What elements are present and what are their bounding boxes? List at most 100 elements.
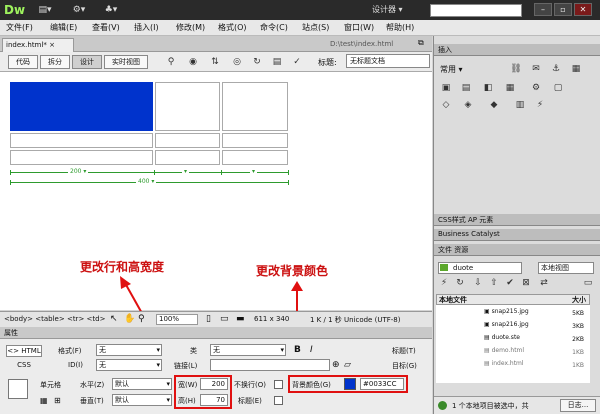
- phone-icon[interactable]: ▯: [206, 314, 211, 324]
- file-icon: ▣: [484, 321, 492, 328]
- refresh-files-icon[interactable]: ↻: [454, 278, 466, 289]
- file-icon: ▤: [484, 360, 492, 367]
- desktop-icon[interactable]: ▬: [236, 314, 245, 324]
- point-to-file-icon[interactable]: ⊕: [332, 360, 340, 370]
- maximize-button[interactable]: ▫: [554, 3, 572, 16]
- link-label: 链接(L): [174, 362, 198, 370]
- site-folder-icon: [440, 264, 448, 271]
- properties-panel: <> HTML CSS 格式(F) 无 ID(I) 无 类 无 链接(L) B …: [0, 339, 432, 414]
- close-button[interactable]: ✕: [574, 3, 592, 16]
- download-info: 1 K / 1 秒 Unicode (UTF-8): [310, 316, 401, 324]
- tablet-icon[interactable]: ▭: [220, 314, 229, 324]
- target-label: 目标(G): [392, 362, 417, 370]
- italic-button[interactable]: I: [310, 345, 313, 355]
- date-icon[interactable]: ▦: [504, 83, 516, 94]
- search-input[interactable]: [430, 4, 522, 17]
- file-size: 2KB: [572, 336, 584, 343]
- arrow-head-right: [291, 281, 303, 291]
- business-catalyst-tab[interactable]: Business Catalyst: [434, 229, 600, 241]
- files-header: 本地文件 大小: [436, 294, 590, 305]
- email-icon[interactable]: ✉: [530, 64, 542, 75]
- log-button[interactable]: 日志...: [560, 399, 596, 412]
- table-icon[interactable]: ▦: [570, 64, 582, 75]
- files-tab[interactable]: 文件 资源: [434, 244, 600, 256]
- id-select[interactable]: 无: [96, 359, 162, 371]
- snippet-icon[interactable]: ⚡: [534, 100, 546, 111]
- image-icon[interactable]: ▣: [440, 83, 452, 94]
- checkin-icon[interactable]: ⊠: [520, 278, 532, 289]
- id-label: ID(I): [68, 361, 83, 369]
- pointer-icon[interactable]: ↖: [110, 314, 118, 324]
- hand-icon[interactable]: ✋: [124, 314, 135, 324]
- bold-button[interactable]: B: [294, 345, 301, 355]
- properties-title[interactable]: 属性: [0, 327, 432, 339]
- browse-folder-icon[interactable]: ▱: [344, 360, 351, 370]
- server-icon[interactable]: ⚙: [530, 83, 542, 94]
- list-item[interactable]: ▣ snap215.jpg 5KB: [484, 308, 588, 320]
- file-size: 1KB: [572, 349, 584, 356]
- get-files-icon[interactable]: ⇩: [472, 278, 484, 289]
- list-item[interactable]: ▤ index.html 1KB: [484, 360, 588, 372]
- vertical-align-select[interactable]: 默认: [112, 394, 172, 406]
- tag-chooser-icon[interactable]: ▥: [514, 100, 526, 111]
- hyperlink-icon[interactable]: ⛓: [510, 64, 522, 75]
- head-icon[interactable]: ◇: [440, 100, 452, 111]
- class-select[interactable]: 无: [210, 344, 286, 356]
- file-name: snap215.jpg: [491, 308, 529, 315]
- zoom-icon[interactable]: ⚲: [138, 314, 145, 324]
- files-status-bar: 1 个本地项目被选中，共 日志...: [434, 396, 600, 414]
- view-select[interactable]: 本地视图: [538, 262, 594, 274]
- files-status-text: 1 个本地项目被选中，共: [452, 402, 529, 410]
- css-styles-tab[interactable]: CSS样式 AP 元素: [434, 214, 600, 226]
- script-icon[interactable]: ◈: [462, 100, 474, 111]
- split-cells-icon[interactable]: ⊞: [54, 396, 61, 405]
- connect-icon[interactable]: ⚡: [438, 278, 450, 289]
- tag-selector[interactable]: <body> <table> <tr> <td>: [4, 315, 105, 323]
- css-tab[interactable]: CSS: [6, 360, 42, 372]
- header-checkbox[interactable]: [274, 396, 283, 405]
- status-bar: <body> <table> <tr> <td> ↖ ✋ ⚲ 100% ▯ ▭ …: [0, 311, 432, 327]
- file-name: snap216.jpg: [491, 321, 529, 328]
- right-panel: 插入 常用 ▾ ⛓ ✉ ⚓ ▦ ▣ ▤ ◧ ▦ ⚙ ▢ ◇ ◈ ◆ ▥ ⚡ CS…: [433, 36, 600, 414]
- insert-category-select[interactable]: 常用 ▾: [440, 64, 463, 75]
- window-size[interactable]: 611 x 340: [254, 315, 289, 323]
- merge-cells-icon[interactable]: ▦: [40, 396, 48, 405]
- media-icon[interactable]: ◧: [482, 83, 494, 94]
- put-files-icon[interactable]: ⇧: [488, 278, 500, 289]
- format-label: 格式(F): [58, 347, 82, 355]
- format-select[interactable]: 无: [96, 344, 162, 356]
- html-tab[interactable]: <> HTML: [6, 345, 42, 357]
- local-files-column[interactable]: 本地文件: [439, 296, 467, 304]
- sync-icon[interactable]: ⇄: [538, 278, 550, 289]
- file-icon: ▣: [484, 308, 492, 315]
- list-item[interactable]: ▤ duote.ste 2KB: [484, 334, 588, 346]
- expand-icon[interactable]: ▭: [582, 278, 594, 289]
- nowrap-label: 不换行(O): [234, 381, 266, 389]
- table-cell-icon: [8, 379, 28, 399]
- status-dot-icon: [438, 401, 447, 410]
- nowrap-checkbox[interactable]: [274, 380, 283, 389]
- file-name: duote.ste: [491, 334, 520, 341]
- templates-icon[interactable]: ◆: [488, 100, 500, 111]
- arrow-head-left: [120, 276, 131, 289]
- site-select[interactable]: duote: [438, 262, 522, 274]
- size-column[interactable]: 大小: [572, 295, 586, 305]
- class-label: 类: [190, 347, 197, 355]
- file-icon: ▤: [484, 334, 492, 341]
- file-icon: ▤: [484, 347, 492, 354]
- highlight-size-box: [174, 375, 232, 409]
- horizontal-label: 水平(Z): [80, 381, 105, 389]
- file-size: 5KB: [572, 310, 584, 317]
- div-icon[interactable]: ▤: [460, 83, 472, 94]
- minimize-button[interactable]: –: [534, 3, 552, 16]
- comment-icon[interactable]: ▢: [552, 83, 564, 94]
- insert-panel-title[interactable]: 插入: [434, 44, 600, 56]
- horizontal-align-select[interactable]: 默认: [112, 378, 172, 390]
- link-input[interactable]: [210, 359, 330, 371]
- list-item[interactable]: ▤ demo.html 1KB: [484, 347, 588, 359]
- highlight-bg-box: [288, 375, 408, 393]
- anchor-icon[interactable]: ⚓: [550, 64, 562, 75]
- checkout-icon[interactable]: ✔: [504, 278, 516, 289]
- list-item[interactable]: ▣ snap216.jpg 3KB: [484, 321, 588, 333]
- zoom-select[interactable]: 100%: [156, 314, 198, 325]
